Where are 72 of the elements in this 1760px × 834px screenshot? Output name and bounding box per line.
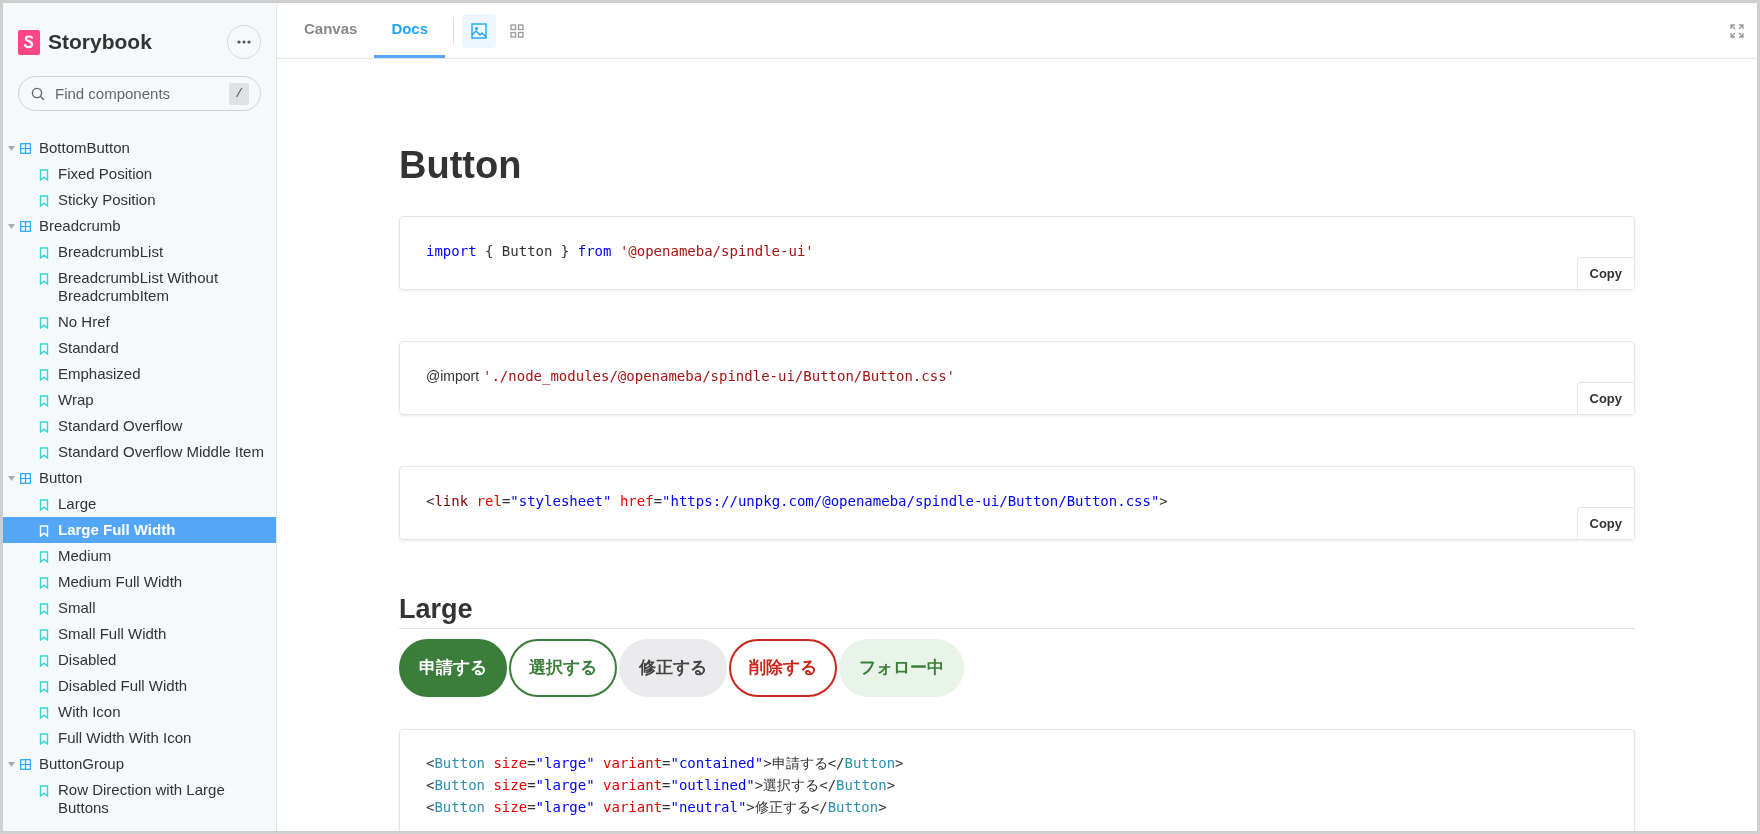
code-line: import { Button } from '@openameba/spindle-ui' [426,242,815,261]
bookmark-icon [39,707,49,719]
code-line: <Button size="large" variant="outlined">選択する</Button> [426,776,897,795]
story-item[interactable]: Sticky Position [3,187,276,213]
code-line: <Button size="large" variant="neutral">修正する</Button> [426,798,888,817]
story-item[interactable]: With Icon [3,699,276,725]
bookmark-icon [39,681,49,693]
story-item[interactable]: Disabled Full Width [3,673,276,699]
bookmark-icon [39,499,49,511]
sample-button[interactable]: 削除する [729,639,837,697]
shortcut-key: / [229,83,249,105]
story-item[interactable]: BreadcrumbList Without BreadcrumbItem [3,265,276,309]
story-item[interactable]: Row Direction with Large Buttons [3,777,276,821]
grid-icon [20,472,31,484]
story-item[interactable]: Small Full Width [3,621,276,647]
component-group[interactable]: Button [3,465,276,491]
bookmark-icon [39,525,49,537]
copy-button[interactable]: Copy [1576,506,1634,539]
story-item[interactable]: Wrap [3,387,276,413]
sample-button[interactable]: 申請する [399,639,507,697]
component-group[interactable]: BottomButton [3,135,276,161]
code-line: <link rel="stylesheet" href="https://unpkg.com/@openameba/spindle-ui/Button/Button.css"> [426,492,1169,511]
sample-button[interactable]: 選択する [509,639,617,697]
sample-button[interactable]: フォロー中 [839,639,964,697]
story-item[interactable]: Small [3,595,276,621]
copy-button[interactable]: Copy [1576,381,1634,414]
grid-icon [20,220,31,232]
bookmark-icon [39,655,49,667]
page-title: Button [399,143,523,188]
grid-icon [20,142,31,154]
story-item[interactable]: Large [3,491,276,517]
story-item[interactable]: Standard Overflow [3,413,276,439]
story-item[interactable]: Medium [3,543,276,569]
sample-button[interactable]: 修正する [619,639,727,697]
bookmark-icon [39,317,49,329]
bookmark-icon [39,169,49,181]
component-group[interactable]: ButtonGroup [3,751,276,777]
copy-button[interactable]: Copy [1576,256,1634,289]
bookmark-icon [39,273,49,285]
bookmark-icon [39,421,49,433]
search-icon [31,87,45,101]
section-heading: Large [399,591,1635,629]
bookmark-icon [39,733,49,745]
bookmark-icon [39,247,49,259]
story-item[interactable]: No Href [3,309,276,335]
code-line: @import './node_modules/@openameba/spindle-ui/Button/Button.css' [426,367,956,387]
story-item[interactable]: Standard Overflow Middle Item [3,439,276,465]
story-item[interactable]: Full Width With Icon [3,725,276,751]
bookmark-icon [39,447,49,459]
more-icon [237,40,251,44]
bookmark-icon [39,343,49,355]
bookmark-icon [39,551,49,563]
bookmark-icon [39,603,49,615]
story-item[interactable]: Emphasized [3,361,276,387]
bookmark-icon [39,369,49,381]
tab[interactable]: Canvas [287,3,375,58]
story-item[interactable]: Disabled [3,647,276,673]
bookmark-icon [39,785,49,797]
bookmark-icon [39,195,49,207]
image-icon[interactable] [462,13,497,48]
code-line: <Button size="large" variant="contained">申請する</Button> [426,754,905,773]
story-item[interactable]: Fixed Position [3,161,276,187]
story-item[interactable]: Standard [3,335,276,361]
story-item[interactable]: BreadcrumbList [3,239,276,265]
story-item[interactable]: Medium Full Width [3,569,276,595]
brand-name: Storybook [48,29,152,56]
bookmark-icon [39,395,49,407]
grid-icon [20,758,31,770]
bookmark-icon [39,577,49,589]
storybook-logo-icon [18,29,40,55]
component-group[interactable]: Breadcrumb [3,213,276,239]
bookmark-icon [39,629,49,641]
